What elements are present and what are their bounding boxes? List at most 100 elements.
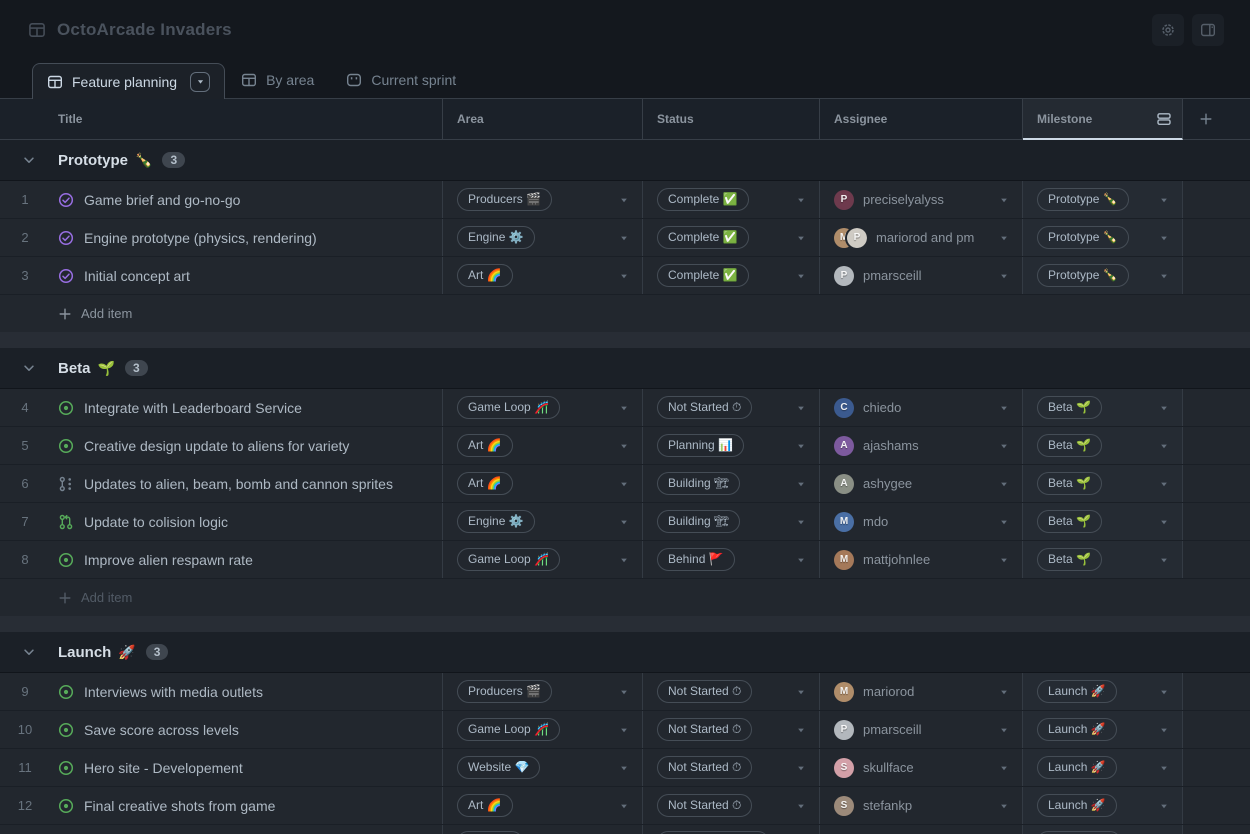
assignee-cell[interactable]: M mattjohnlee: [820, 541, 1023, 578]
milestone-chip[interactable]: Prototype 🍾: [1037, 226, 1129, 249]
table-row[interactable]: 12 Final creative shots from game Art 🌈 …: [0, 787, 1250, 825]
area-chip[interactable]: Engine ⚙️: [457, 226, 535, 249]
assignee-cell[interactable]: M mariorod: [820, 673, 1023, 710]
milestone-cell[interactable]: Prototype 🍾: [1023, 181, 1183, 218]
caret-down-icon[interactable]: [998, 270, 1010, 282]
milestone-chip[interactable]: Launch 🚀: [1037, 756, 1117, 779]
area-chip[interactable]: Art 🌈: [457, 794, 513, 817]
milestone-cell[interactable]: Prototype 🍾: [1023, 257, 1183, 294]
status-cell[interactable]: Behind 🚩: [643, 541, 820, 578]
status-cell[interactable]: Complete ✅: [643, 257, 820, 294]
caret-down-icon[interactable]: [1158, 762, 1170, 774]
caret-down-icon[interactable]: [618, 402, 630, 414]
caret-down-icon[interactable]: [795, 686, 807, 698]
caret-down-icon[interactable]: [795, 440, 807, 452]
status-chip[interactable]: Building 🏗: [657, 510, 740, 533]
caret-down-icon[interactable]: [618, 194, 630, 206]
settings-button[interactable]: [1152, 14, 1184, 46]
caret-down-icon[interactable]: [795, 554, 807, 566]
status-cell[interactable]: Not Started ⏱: [643, 787, 820, 824]
table-row[interactable]: 11 Hero site - Developement Website 💎 No…: [0, 749, 1250, 787]
area-cell[interactable]: Art 🌈: [443, 257, 643, 294]
milestone-chip[interactable]: Launch 🚀: [1037, 680, 1117, 703]
caret-down-icon[interactable]: [998, 686, 1010, 698]
caret-down-icon[interactable]: [1158, 232, 1170, 244]
caret-down-icon[interactable]: [1158, 516, 1170, 528]
status-cell[interactable]: Building 🏗: [643, 503, 820, 540]
caret-down-icon[interactable]: [998, 724, 1010, 736]
status-chip[interactable]: Not Started ⏱: [657, 396, 752, 419]
caret-down-icon[interactable]: [618, 270, 630, 282]
area-cell[interactable]: Art 🌈: [443, 787, 643, 824]
title-cell[interactable]: [50, 825, 443, 834]
caret-down-icon[interactable]: [1158, 554, 1170, 566]
milestone-cell[interactable]: Beta 🌱: [1023, 541, 1183, 578]
assignee-cell[interactable]: S stefankp: [820, 787, 1023, 824]
area-chip[interactable]: Art 🌈: [457, 434, 513, 457]
column-header-status[interactable]: Status: [643, 99, 820, 140]
area-cell[interactable]: Art 🌈: [443, 465, 643, 502]
title-cell[interactable]: Updates to alien, beam, bomb and cannon …: [50, 465, 443, 502]
table-row[interactable]: 3 Initial concept art Art 🌈 Complete ✅ P…: [0, 257, 1250, 295]
status-cell[interactable]: Complete ✅: [643, 219, 820, 256]
table-row-partial[interactable]: [0, 825, 1250, 834]
caret-down-icon[interactable]: [795, 270, 807, 282]
assignee-cell[interactable]: A ashygee: [820, 465, 1023, 502]
area-cell[interactable]: Producers 🎬: [443, 181, 643, 218]
caret-down-icon[interactable]: [795, 478, 807, 490]
chevron-down-icon[interactable]: [22, 645, 36, 659]
table-row[interactable]: 4 Integrate with Leaderboard Service Gam…: [0, 389, 1250, 427]
title-cell[interactable]: Improve alien respawn rate: [50, 541, 443, 578]
caret-down-icon[interactable]: [618, 724, 630, 736]
title-cell[interactable]: Game brief and go-no-go: [50, 181, 443, 218]
caret-down-icon[interactable]: [1158, 194, 1170, 206]
status-chip[interactable]: Building 🏗: [657, 472, 740, 495]
caret-down-icon[interactable]: [1158, 800, 1170, 812]
status-chip[interactable]: Complete ✅: [657, 188, 749, 211]
title-cell[interactable]: Hero site - Developement: [50, 749, 443, 786]
caret-down-icon[interactable]: [618, 440, 630, 452]
caret-down-icon[interactable]: [998, 440, 1010, 452]
assignee-cell[interactable]: S skullface: [820, 749, 1023, 786]
status-cell[interactable]: Planning 📊: [643, 427, 820, 464]
milestone-chip[interactable]: Prototype 🍾: [1037, 264, 1129, 287]
add-item-button[interactable]: Add item: [0, 295, 1250, 332]
column-header-assignee[interactable]: Assignee: [820, 99, 1023, 140]
status-chip[interactable]: Complete ✅: [657, 264, 749, 287]
title-cell[interactable]: Final creative shots from game: [50, 787, 443, 824]
caret-down-icon[interactable]: [795, 762, 807, 774]
caret-down-icon[interactable]: [998, 516, 1010, 528]
chevron-down-icon[interactable]: [22, 153, 36, 167]
caret-down-icon[interactable]: [998, 762, 1010, 774]
area-chip[interactable]: Game Loop 🎢: [457, 396, 560, 419]
milestone-cell[interactable]: Launch 🚀: [1023, 749, 1183, 786]
status-chip[interactable]: Planning 📊: [657, 434, 744, 457]
milestone-chip[interactable]: Launch 🚀: [1037, 794, 1117, 817]
area-chip[interactable]: Engine ⚙️: [457, 510, 535, 533]
column-header-milestone[interactable]: Milestone: [1023, 99, 1183, 140]
title-cell[interactable]: Engine prototype (physics, rendering): [50, 219, 443, 256]
milestone-chip[interactable]: Launch 🚀: [1037, 718, 1117, 741]
area-chip[interactable]: Producers 🎬: [457, 680, 552, 703]
status-cell[interactable]: Not Started ⏱: [643, 749, 820, 786]
caret-down-icon[interactable]: [795, 800, 807, 812]
caret-down-icon[interactable]: [618, 686, 630, 698]
area-chip[interactable]: Game Loop 🎢: [457, 718, 560, 741]
column-header-area[interactable]: Area: [443, 99, 643, 140]
area-chip[interactable]: Website 💎: [457, 756, 540, 779]
area-chip[interactable]: Producers 🎬: [457, 188, 552, 211]
chevron-down-icon[interactable]: [22, 361, 36, 375]
caret-down-icon[interactable]: [795, 232, 807, 244]
status-chip[interactable]: Not Started ⏱: [657, 756, 752, 779]
status-cell[interactable]: Not Started ⏱: [643, 389, 820, 426]
caret-down-icon[interactable]: [1158, 270, 1170, 282]
caret-down-icon[interactable]: [1158, 478, 1170, 490]
area-cell[interactable]: Art 🌈: [443, 427, 643, 464]
caret-down-icon[interactable]: [618, 762, 630, 774]
milestone-cell[interactable]: Prototype 🍾: [1023, 219, 1183, 256]
assignee-cell[interactable]: C chiedo: [820, 389, 1023, 426]
caret-down-icon[interactable]: [1158, 724, 1170, 736]
table-row[interactable]: 7 Update to colision logic Engine ⚙️ Bui…: [0, 503, 1250, 541]
table-row[interactable]: 6 Updates to alien, beam, bomb and canno…: [0, 465, 1250, 503]
caret-down-icon[interactable]: [998, 478, 1010, 490]
